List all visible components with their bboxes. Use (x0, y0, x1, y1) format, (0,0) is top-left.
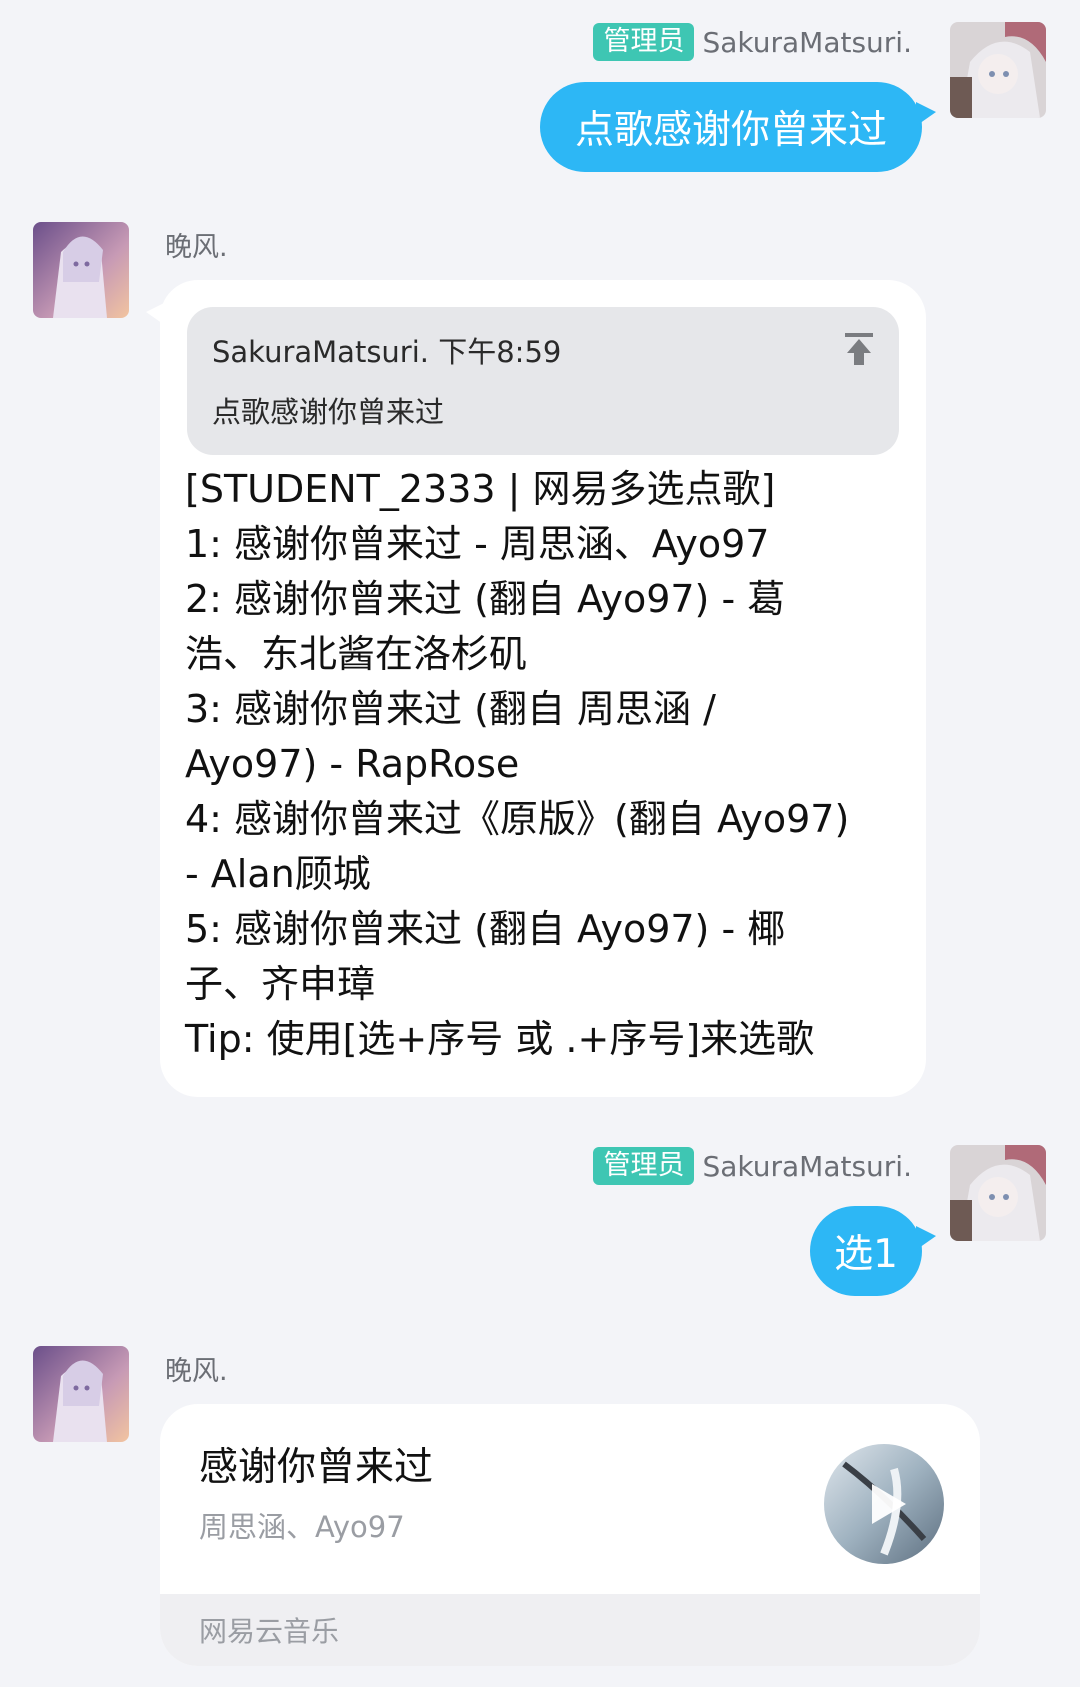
message-line: [STUDENT_2333 | 网易多选点歌] (185, 467, 776, 511)
admin-badge: 管理员 (593, 1147, 695, 1185)
message-bubble[interactable]: SakuraMatsuri. 下午8:59 点歌感谢你曾来过 [STUDENT_… (146, 280, 926, 1097)
message-bubble[interactable]: 选1 (810, 1206, 936, 1296)
avatar-image (33, 222, 129, 318)
sender-name[interactable]: SakuraMatsuri. (702, 26, 912, 59)
album-cover[interactable] (824, 1444, 944, 1564)
card-footer: 网易云音乐 (160, 1594, 980, 1666)
message-line: 4: 感谢你曾来过《原版》(翻自 Ayo97) (185, 797, 850, 841)
music-source: 网易云音乐 (199, 1615, 340, 1648)
music-card[interactable]: 感谢你曾来过 周思涵、Ayo97 网易云音乐 (160, 1404, 980, 1666)
song-title: 感谢你曾来过 (199, 1445, 434, 1490)
sender-name[interactable]: SakuraMatsuri. (702, 1150, 912, 1183)
play-icon[interactable] (824, 1444, 944, 1564)
sender-name[interactable]: 晚风. (165, 225, 228, 264)
message-line: 2: 感谢你曾来过 (翻自 Ayo97) - 葛 (185, 577, 786, 621)
message-line: 1: 感谢你曾来过 - 周思涵、Ayo97 (185, 522, 770, 566)
message-line: - Alan顾城 (185, 852, 371, 896)
sender-row: 管理员 SakuraMatsuri. (593, 22, 912, 62)
message-line: Tip: 使用[选+序号 或 .+序号]来选歌 (185, 1017, 815, 1061)
avatar[interactable] (33, 1346, 129, 1442)
sender-name[interactable]: 晚风. (165, 1349, 228, 1388)
admin-badge: 管理员 (593, 23, 695, 61)
pin-top-icon[interactable] (843, 331, 875, 367)
message-bubble[interactable]: 点歌感谢你曾来过 (540, 82, 936, 172)
sender-row: 管理员 SakuraMatsuri. (593, 1146, 912, 1186)
message-text: 点歌感谢你曾来过 (574, 108, 887, 153)
avatar-image (950, 1145, 1046, 1241)
message-line: 子、齐申璋 (185, 962, 376, 1006)
quote-header: SakuraMatsuri. 下午8:59 (212, 335, 562, 369)
message-line: 浩、东北酱在洛杉矶 (185, 632, 528, 676)
message-line: Ayo97) - RapRose (185, 742, 520, 786)
song-artist: 周思涵、Ayo97 (199, 1510, 405, 1544)
message-text: [STUDENT_2333 | 网易多选点歌] 1: 感谢你曾来过 - 周思涵、… (185, 462, 905, 1067)
message-line: 5: 感谢你曾来过 (翻自 Ayo97) - 椰 (185, 907, 786, 951)
message-text: 选1 (834, 1232, 898, 1277)
quoted-message[interactable]: SakuraMatsuri. 下午8:59 点歌感谢你曾来过 (187, 307, 899, 455)
avatar[interactable] (33, 222, 129, 318)
avatar[interactable] (950, 1145, 1046, 1241)
avatar[interactable] (950, 22, 1046, 118)
avatar-image (950, 22, 1046, 118)
message-line: 3: 感谢你曾来过 (翻自 周思涵 / (185, 687, 716, 731)
quote-body: 点歌感谢你曾来过 (212, 395, 445, 429)
avatar-image (33, 1346, 129, 1442)
